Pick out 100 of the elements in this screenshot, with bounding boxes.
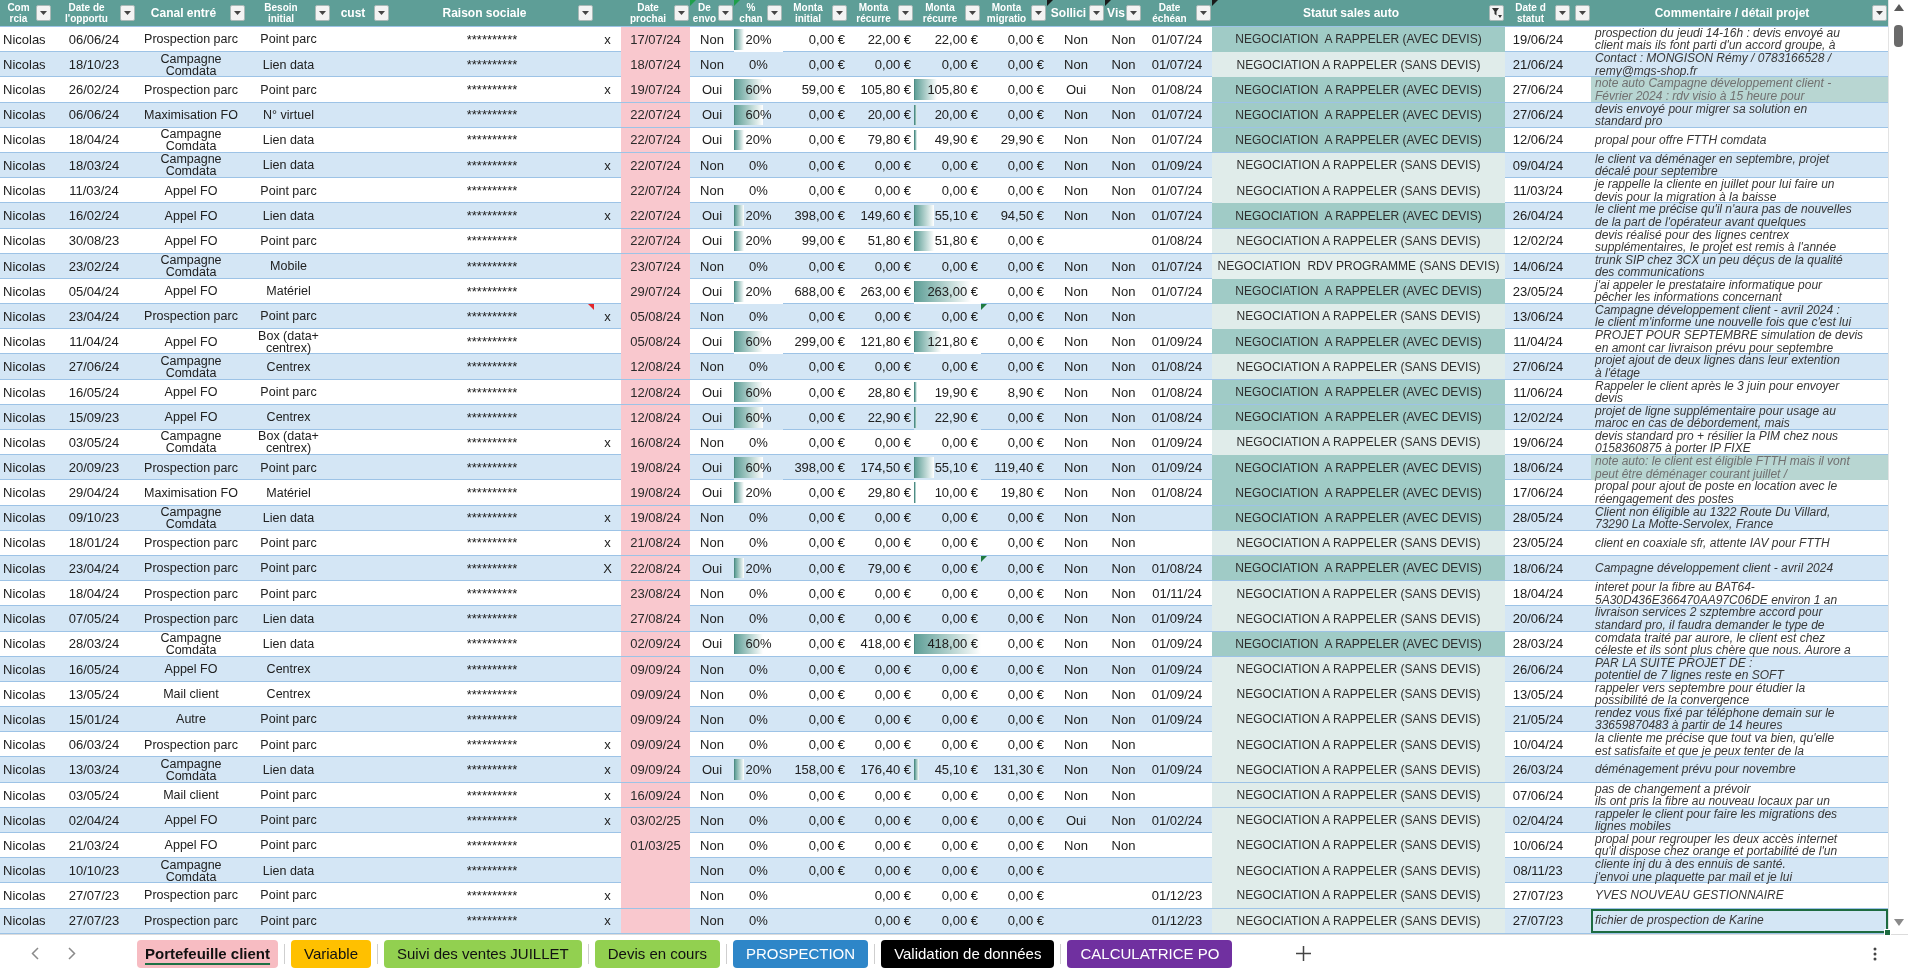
vertical-dots-icon[interactable]: [1873, 946, 1877, 961]
x-mark-text: x: [603, 761, 612, 780]
percent-value: 0%: [748, 886, 769, 905]
need-text: Point parc: [259, 585, 318, 603]
percent-value: 20%: [745, 233, 772, 249]
sheet-tab[interactable]: Variable: [291, 939, 371, 968]
scroll-down-icon[interactable]: [1893, 919, 1904, 926]
amount-value: 0,00 €: [873, 156, 912, 175]
sheet-tab[interactable]: Suivi des ventes JUILLET: [383, 939, 582, 968]
masked-company-name: **********: [465, 257, 519, 276]
status-cell: NEGOCIATION A RAPPELER (SANS DEVIS): [1212, 430, 1505, 455]
filter-button[interactable]: [1489, 5, 1504, 21]
amount-value: 0,00 €: [1006, 534, 1045, 553]
filter-button[interactable]: [832, 5, 847, 21]
salesperson-name: Nicolas: [2, 106, 47, 125]
filter-button[interactable]: [718, 5, 733, 21]
status-cell: NEGOCIATION A RAPPELER (AVEC DEVIS): [1212, 379, 1505, 405]
next-action-date-cell: 01/03/25: [621, 833, 690, 858]
need-text: Point parc: [259, 837, 318, 855]
percent-value: 0%: [748, 736, 769, 755]
status-date: 11/06/24: [1512, 383, 1564, 402]
yes-no-text: Non: [1110, 358, 1137, 377]
amount-value: 51,80 €: [866, 232, 912, 251]
filter-button[interactable]: [230, 5, 245, 21]
fill-handle-icon[interactable]: [1884, 928, 1891, 936]
salesperson-name: Nicolas: [2, 81, 47, 100]
filter-button[interactable]: [1089, 5, 1104, 21]
masked-company-name: **********: [465, 610, 519, 629]
channel-text: Prospection parc: [143, 887, 239, 905]
sheet-tab[interactable]: PROSPECTION: [732, 939, 869, 968]
need-text: Point parc: [259, 912, 318, 930]
yes-no-text: Non: [1110, 786, 1137, 805]
filter-button[interactable]: [1872, 5, 1887, 21]
amount-value: 0,00 €: [1006, 685, 1045, 704]
status-date: 26/03/24: [1511, 761, 1565, 780]
quote-sent-text: Non: [699, 736, 725, 755]
quote-sent-text: Oui: [700, 131, 724, 150]
yes-no-text: Non: [1110, 30, 1137, 49]
quote-sent-text: Oui: [700, 106, 724, 125]
need-text: Lien data: [261, 56, 316, 74]
need-text: Box (data+ centrex): [257, 430, 320, 455]
salesperson-name: Nicolas: [2, 836, 47, 855]
status-date: 02/04/24: [1511, 811, 1565, 830]
amount-value: 0,00 €: [1006, 182, 1045, 201]
quote-sent-text: Oui: [700, 81, 724, 100]
filter-button[interactable]: [120, 5, 135, 21]
amount-value: 263,00 €: [859, 282, 912, 301]
channel-text: Appel FO: [163, 232, 219, 250]
need-text: Point parc: [259, 787, 318, 805]
filter-button[interactable]: [36, 5, 51, 21]
column-header: Date prochai: [628, 1, 668, 25]
scroll-up-icon[interactable]: [1893, 4, 1904, 11]
sheet-tab[interactable]: Devis en cours: [594, 939, 720, 968]
filter-button[interactable]: [1196, 5, 1211, 21]
need-text: Lien data: [261, 131, 316, 149]
scrollbar-thumb[interactable]: [1894, 25, 1903, 47]
column-header: cust: [339, 6, 367, 20]
plus-icon[interactable]: [1296, 946, 1312, 961]
quote-sent-text: Oui: [700, 761, 724, 780]
percent-value: 0%: [748, 509, 769, 528]
status-date: 21/06/24: [1511, 56, 1565, 75]
filter-button[interactable]: [1555, 5, 1570, 21]
sheet-tab[interactable]: Validation de données: [881, 939, 1055, 968]
status-date: 21/05/24: [1511, 710, 1565, 729]
filter-button[interactable]: [965, 5, 980, 21]
channel-text: Appel FO: [163, 661, 219, 679]
chevron-right-icon[interactable]: [68, 947, 76, 960]
filter-button[interactable]: [374, 5, 389, 21]
filter-button[interactable]: [315, 5, 330, 21]
masked-company-name: **********: [465, 56, 519, 75]
masked-company-name: **********: [465, 282, 519, 301]
sheet-tab[interactable]: Portefeuille client: [137, 939, 279, 968]
filter-button[interactable]: [1126, 5, 1141, 21]
masked-company-name: **********: [465, 534, 519, 553]
due-date: 01/09/24: [1150, 685, 1204, 704]
selected-comment-cell[interactable]: fichier de prospection de Karine: [1591, 908, 1888, 933]
filter-button[interactable]: [898, 5, 913, 21]
yes-no-text: Non: [1110, 585, 1137, 604]
amount-value: 19,90 €: [934, 384, 978, 400]
comment-text: propal pour ajout de poste en location avec le réengagement des postes: [1593, 480, 1839, 506]
opportunity-date: 15/09/23: [67, 408, 121, 427]
masked-company-name: **********: [465, 736, 519, 755]
sheet-tab[interactable]: CALCULATRICE PO: [1067, 939, 1233, 968]
filter-button[interactable]: [1031, 5, 1046, 21]
filter-button[interactable]: [1575, 5, 1590, 21]
masked-company-name: **********: [465, 30, 519, 49]
filter-icon: [1491, 8, 1502, 18]
status-cell: NEGOCIATION A RAPPELER (SANS DEVIS): [1212, 908, 1505, 933]
status-cell: NEGOCIATION A RAPPELER (SANS DEVIS): [1212, 757, 1505, 782]
filter-button[interactable]: [767, 5, 782, 21]
caret-down-icon: [1130, 11, 1137, 15]
x-mark-text: x: [603, 534, 612, 553]
yes-no-text: Non: [1063, 635, 1089, 654]
chevron-left-icon[interactable]: [31, 947, 39, 960]
status-cell: NEGOCIATION A RAPPELER (SANS DEVIS): [1212, 304, 1505, 329]
opportunity-date: 21/03/24: [67, 836, 121, 855]
filter-button[interactable]: [578, 5, 593, 21]
filter-button[interactable]: [674, 5, 689, 21]
quote-sent-text: Non: [699, 433, 725, 452]
amount-value: 19,80 €: [999, 484, 1045, 503]
